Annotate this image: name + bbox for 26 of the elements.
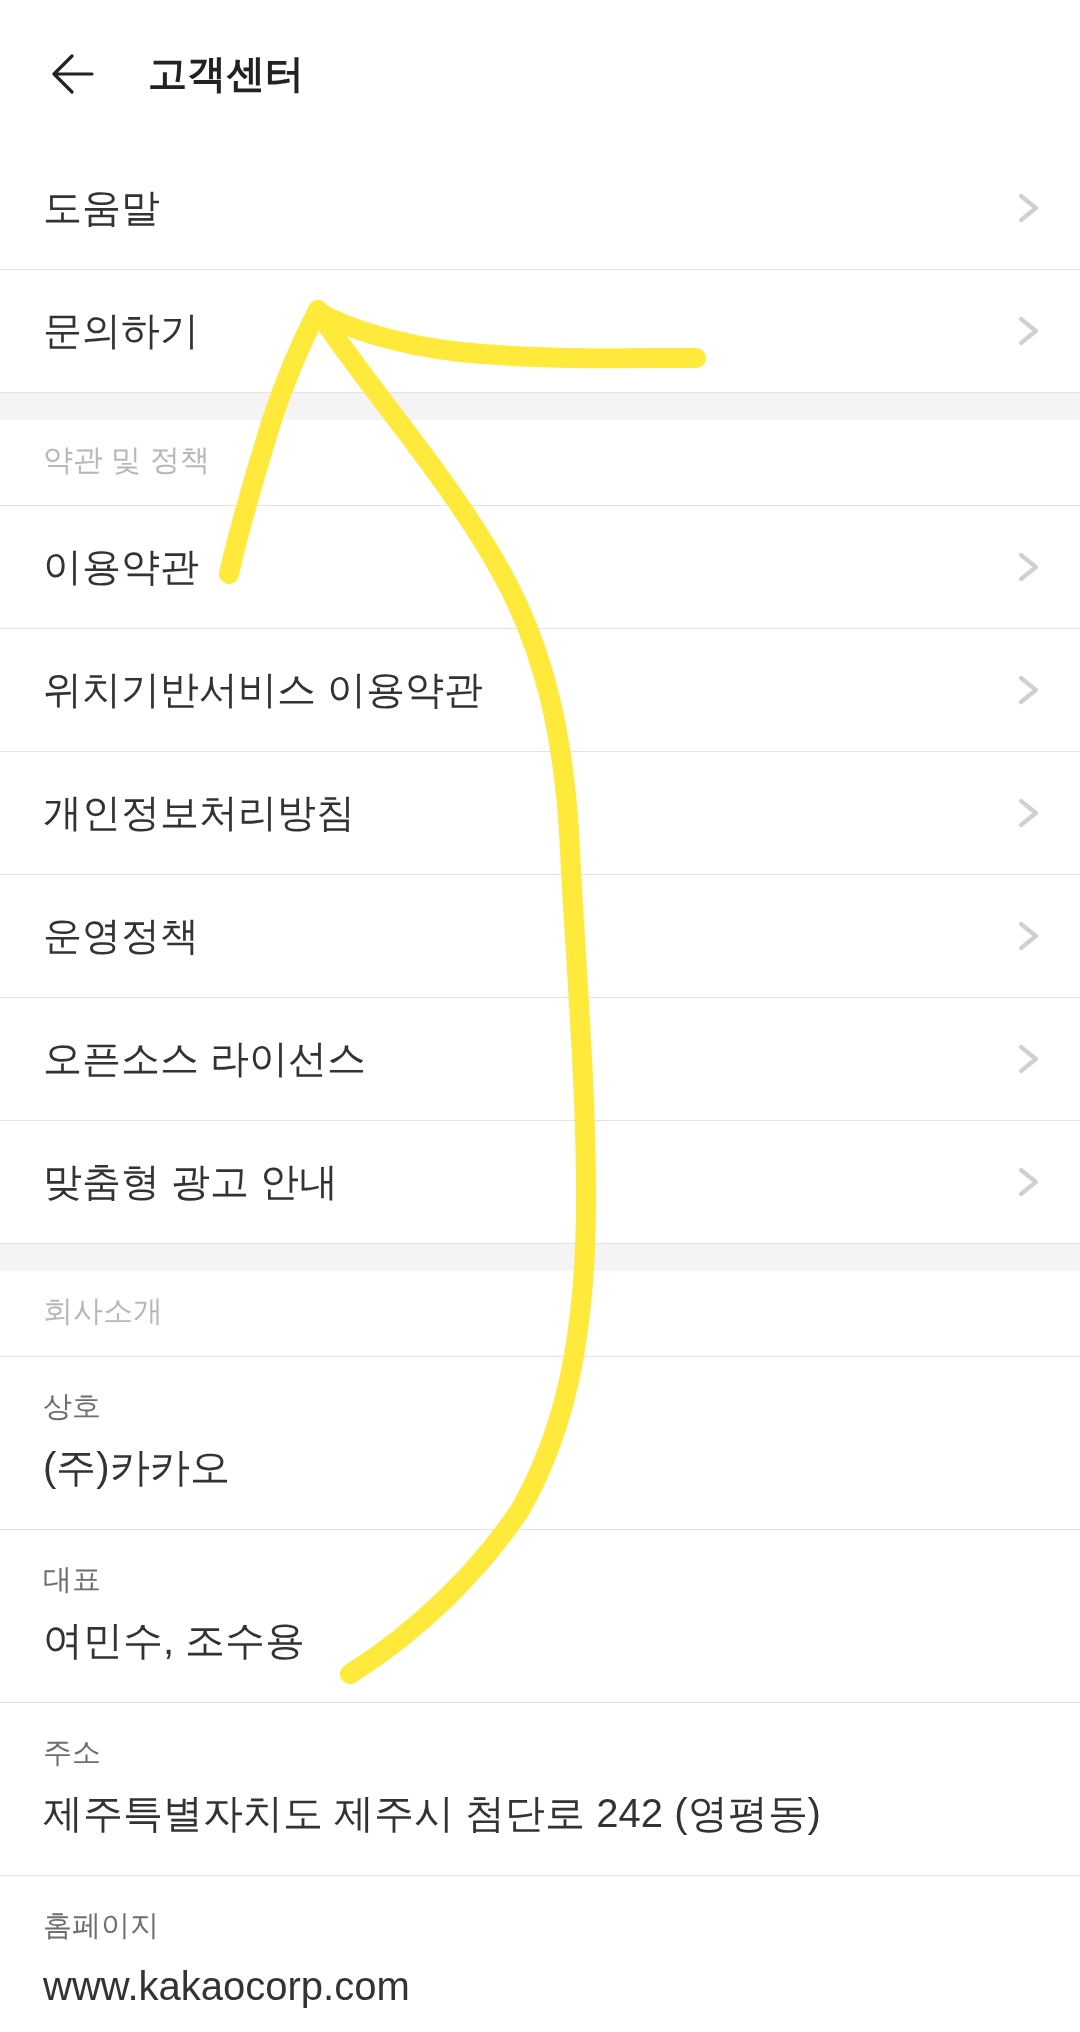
info-value: www.kakaocorp.com — [43, 1963, 410, 2010]
section-header: 약관 및 정책 — [43, 442, 210, 478]
menu-item[interactable]: 오픈소스 라이선스 — [0, 998, 1080, 1121]
menu-item[interactable]: 운영정책 — [0, 875, 1080, 998]
chevron-right-icon — [1018, 1044, 1040, 1074]
chevron-right-icon — [1018, 798, 1040, 828]
page-title: 고객센터 — [148, 50, 304, 97]
chevron-right-icon — [1018, 1167, 1040, 1197]
section-header: 회사소개 — [43, 1293, 163, 1329]
chevron-right-icon — [1018, 921, 1040, 951]
info-value: 여민수, 조수용 — [43, 1617, 306, 1664]
info-label: 주소 — [43, 1735, 101, 1770]
menu-item[interactable]: 도움말 — [0, 147, 1080, 270]
chevron-right-icon — [1018, 675, 1040, 705]
info-value: (주)카카오 — [43, 1444, 230, 1491]
menu-item[interactable]: 이용약관 — [0, 506, 1080, 629]
menu-item[interactable]: 개인정보처리방침 — [0, 752, 1080, 875]
info-label: 대표 — [43, 1562, 101, 1597]
info-label: 상호 — [43, 1389, 101, 1424]
info-value: 제주특별자치도 제주시 첨단로 242 (영평동) — [43, 1790, 821, 1837]
chevron-right-icon — [1018, 316, 1040, 346]
menu-item[interactable]: 위치기반서비스 이용약관 — [0, 629, 1080, 752]
info-label: 홈페이지 — [43, 1908, 159, 1943]
chevron-right-icon — [1018, 193, 1040, 223]
chevron-right-icon — [1018, 552, 1040, 582]
back-arrow-icon[interactable] — [52, 53, 94, 94]
